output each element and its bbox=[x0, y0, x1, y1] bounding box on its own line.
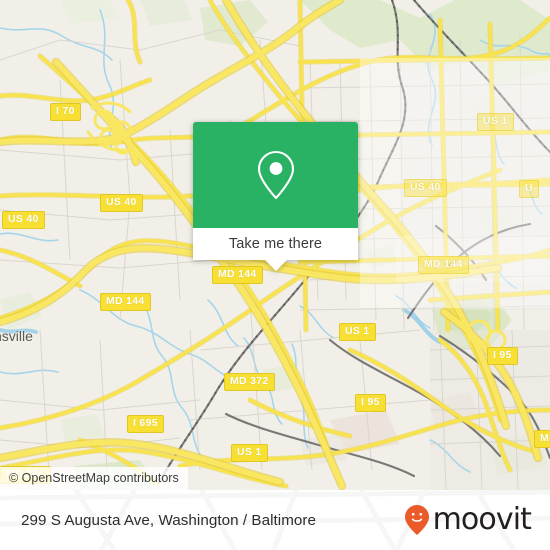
location-popup-card[interactable]: Take me there bbox=[193, 122, 358, 271]
map-screenshot-root: I 70 US 40 US 40 US 1 US 40 U MD 144 MD … bbox=[0, 0, 550, 550]
road-shield: MD bbox=[534, 430, 550, 448]
popup-header bbox=[193, 122, 358, 228]
road-shield: MD 144 bbox=[212, 266, 263, 284]
moovit-pin-smiley-icon bbox=[404, 505, 429, 535]
osm-attribution[interactable]: © OpenStreetMap contributors bbox=[0, 467, 188, 490]
map-pin-icon bbox=[257, 150, 294, 200]
road-shield: I 695 bbox=[127, 415, 164, 433]
address-label: 299 S Augusta Ave, Washington / Baltimor… bbox=[21, 511, 317, 529]
moovit-wordmark: moovit bbox=[432, 501, 532, 537]
popup-tail-pointer bbox=[264, 260, 287, 271]
road-shield: US 1 bbox=[231, 444, 268, 462]
road-shield: MD 144 bbox=[418, 256, 469, 274]
map-canvas[interactable]: I 70 US 40 US 40 US 1 US 40 U MD 144 MD … bbox=[0, 0, 550, 490]
road-shield: US 1 bbox=[477, 113, 514, 131]
take-me-there-label: Take me there bbox=[228, 236, 323, 252]
road-shield: US 40 bbox=[2, 211, 45, 229]
road-shield: MD 144 bbox=[100, 293, 151, 311]
road-shield: I 95 bbox=[355, 394, 386, 412]
road-shield: I 70 bbox=[50, 103, 81, 121]
moovit-brand[interactable]: moovit bbox=[404, 501, 532, 537]
road-shield: US 40 bbox=[404, 179, 447, 197]
popup-footer[interactable]: Take me there bbox=[193, 228, 358, 271]
road-shield: MD 372 bbox=[224, 373, 275, 391]
place-label: nsville bbox=[0, 328, 33, 344]
road-shield: US 1 bbox=[339, 323, 376, 341]
road-shield: I 95 bbox=[487, 347, 518, 365]
footer-bar: 299 S Augusta Ave, Washington / Baltimor… bbox=[0, 490, 550, 550]
road-shield: US 40 bbox=[100, 194, 143, 212]
road-shield: U bbox=[519, 180, 539, 198]
